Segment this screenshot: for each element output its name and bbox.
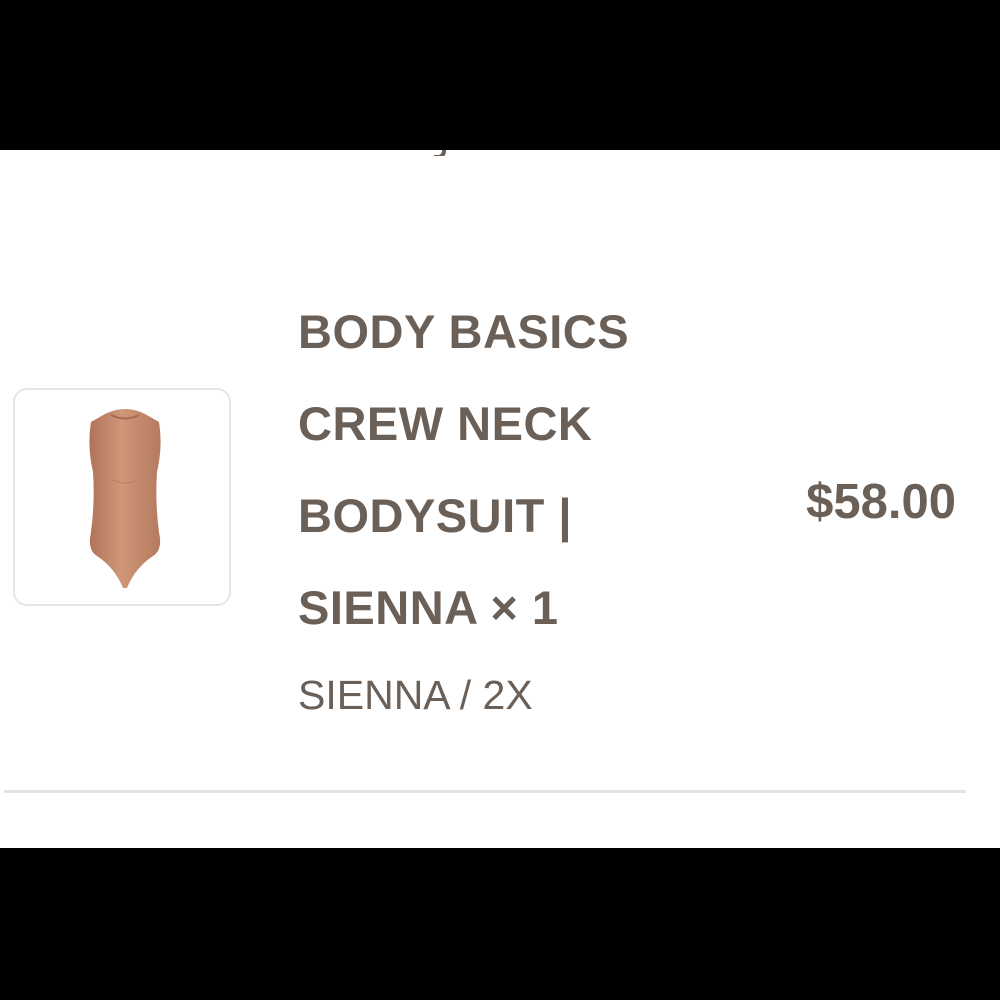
divider xyxy=(4,790,966,793)
bodysuit-image xyxy=(89,409,161,588)
product-thumbnail[interactable] xyxy=(13,388,231,606)
product-title-line-3: BODYSUIT | xyxy=(298,489,573,542)
product-price: $58.00 xyxy=(806,475,956,529)
product-title-line-1: BODY BASICS xyxy=(298,305,630,358)
top-letterbox-bar xyxy=(0,0,1000,150)
order-summary-panel: BODY BASICS CREW NECK BODYSUIT | SIENNA … xyxy=(0,150,1000,848)
clipped-text-remnant xyxy=(428,150,452,156)
bottom-letterbox-bar xyxy=(0,848,1000,1000)
product-title-line-2: CREW NECK xyxy=(298,397,593,450)
product-title: BODY BASICS CREW NECK BODYSUIT | SIENNA … xyxy=(298,286,718,654)
product-variant: SIENNA / 2X xyxy=(298,672,533,718)
product-title-line-4: SIENNA × 1 xyxy=(298,581,559,634)
